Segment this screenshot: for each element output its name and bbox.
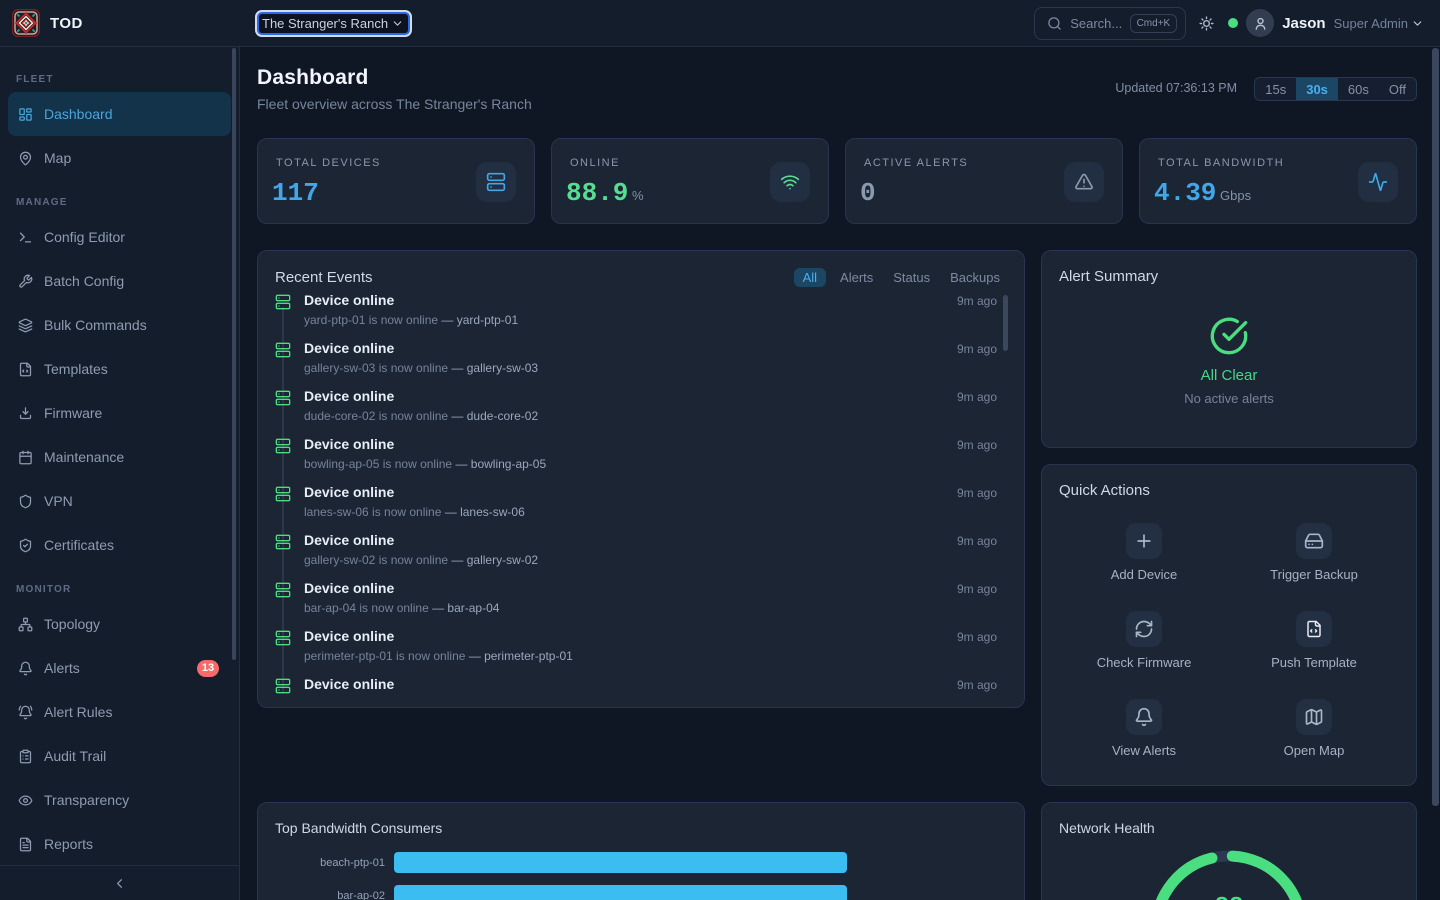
svg-text:88: 88 <box>1215 894 1244 900</box>
